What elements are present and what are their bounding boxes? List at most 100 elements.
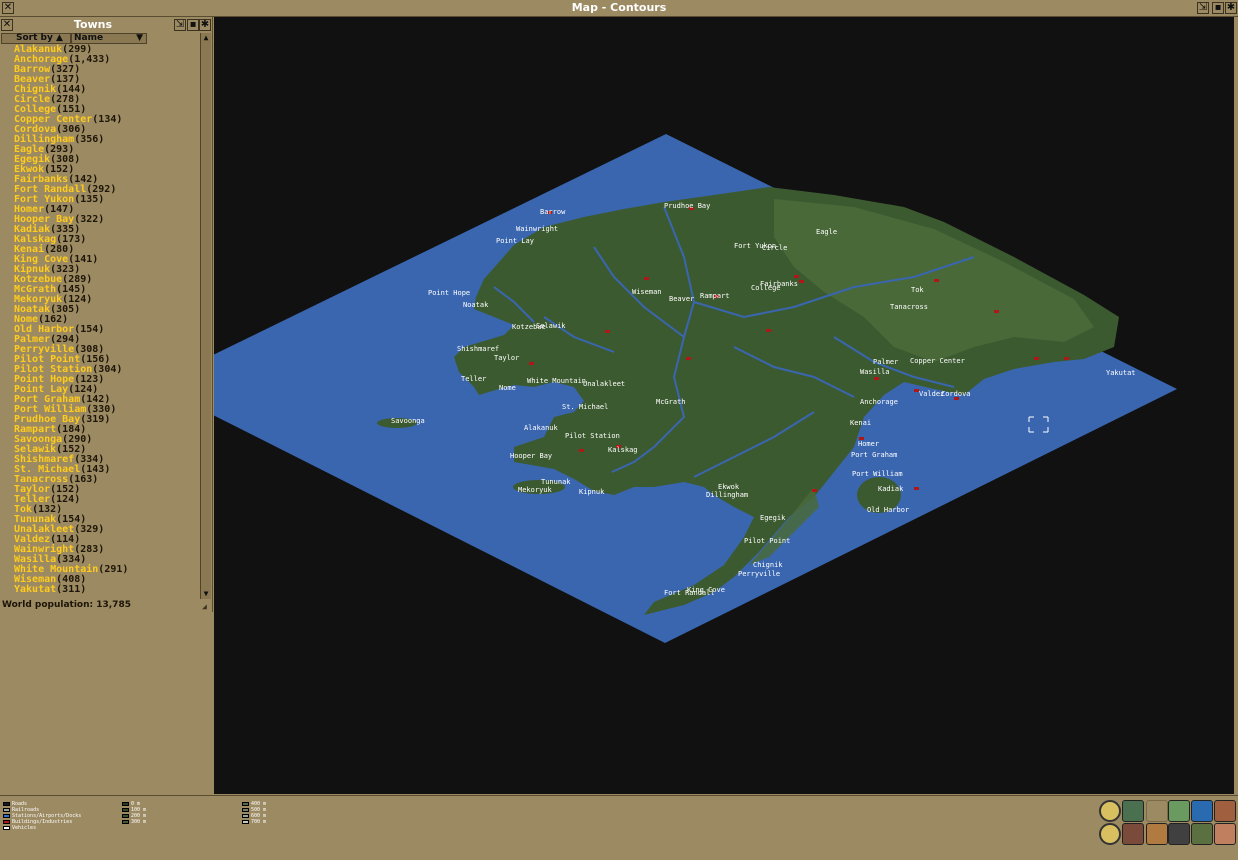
map-town-label[interactable]: Kipnuk — [579, 488, 605, 496]
map-town-label[interactable]: Taylor — [494, 354, 519, 362]
map-town-label[interactable]: Cordova — [941, 390, 971, 398]
industry-icon[interactable] — [1146, 823, 1168, 845]
towns-collapse-button[interactable]: ⇲ — [174, 19, 186, 31]
map-town-label[interactable]: Savoonga — [391, 417, 425, 425]
legend-swatch — [122, 807, 129, 812]
zoom-out-icon[interactable] — [1099, 823, 1121, 845]
map-town-label[interactable]: Port Graham — [851, 451, 897, 459]
map-town-label[interactable]: Kalskag — [608, 446, 638, 454]
scroll-down-arrow-icon[interactable]: ▼ — [201, 589, 211, 599]
fullscreen-window-button[interactable]: ▪ — [1212, 2, 1224, 14]
map-town-label[interactable]: Selawik — [536, 322, 566, 330]
map-town-label[interactable]: Wasilla — [860, 368, 890, 376]
map-town-label[interactable]: Yakutat — [1106, 369, 1136, 377]
map-town-label[interactable]: Dillingham — [706, 491, 748, 499]
legend-swatch — [122, 813, 129, 818]
minimize-window-button[interactable]: ⇲ — [1197, 2, 1209, 14]
map-town-label[interactable]: Pilot Point — [744, 537, 790, 545]
map-town-label[interactable]: Port William — [852, 470, 903, 478]
map-town-label[interactable]: McGrath — [656, 398, 686, 406]
map-viewport[interactable]: Barrow Prudhoe Bay Wainwright Point Lay Fort… — [214, 17, 1234, 794]
buildings-icon[interactable] — [1168, 823, 1190, 845]
map-town-label[interactable]: Prudhoe Bay — [664, 202, 710, 210]
map-town-label[interactable]: Point Hope — [428, 289, 470, 297]
manager-portrait-icon[interactable] — [1214, 823, 1236, 845]
map-town-label[interactable]: Unalakleet — [583, 380, 625, 388]
map-town-label[interactable]: Tanacross — [890, 303, 928, 311]
sort-field-value: Name — [74, 33, 104, 43]
map-town-label[interactable]: Copper Center — [910, 357, 965, 365]
legend-label: 300 m — [131, 819, 147, 825]
sort-field-dropdown[interactable]: Name ▼ — [71, 33, 147, 44]
terrain-view-icon[interactable] — [1168, 800, 1190, 822]
map-town-label[interactable]: Chignik — [753, 561, 783, 569]
town-list-item[interactable]: Yakutat(311) — [14, 585, 199, 595]
town-population: (134) — [92, 114, 123, 125]
town-list-scrollbar[interactable]: ▲ ▼ — [200, 33, 211, 599]
map-town-label[interactable]: Beaver — [669, 295, 694, 303]
map-town-label[interactable]: Hooper Bay — [510, 452, 552, 460]
map-town-label[interactable]: Palmer — [873, 358, 898, 366]
legend-swatch — [122, 819, 129, 824]
legend-swatch — [122, 801, 129, 806]
map-town-label[interactable]: College — [751, 284, 781, 292]
map-town-label[interactable]: Kadiak — [878, 485, 904, 493]
legend-label: Vehicles — [12, 825, 37, 831]
towns-title: Towns — [73, 18, 113, 31]
map-town-label[interactable]: Tok — [911, 286, 924, 294]
map-town-label[interactable]: Old Harbor — [867, 506, 909, 514]
map-overview-icon[interactable] — [1122, 800, 1144, 822]
legend-swatch — [242, 801, 249, 806]
legend-swatch — [242, 807, 249, 812]
legend-swatch — [242, 813, 249, 818]
town-name: Yakutat — [14, 584, 57, 595]
resize-grip-icon[interactable]: ◢ — [202, 602, 211, 611]
map-town-label[interactable]: White Mountain — [527, 377, 586, 385]
sort-by-label: Sort by — [16, 33, 53, 43]
station-icon[interactable] — [1122, 823, 1144, 845]
map-town-label[interactable]: Fort Randall — [664, 589, 715, 597]
zoom-in-icon[interactable] — [1099, 800, 1121, 822]
sort-by-button[interactable]: Sort by ▲ — [1, 33, 71, 44]
map-town-label[interactable]: Perryville — [738, 570, 780, 578]
window-title: Map - Contours — [571, 1, 667, 14]
map-town-label[interactable]: Mekoryuk — [518, 486, 553, 494]
scroll-up-arrow-icon[interactable]: ▲ — [201, 33, 211, 43]
map-town-label[interactable]: Wiseman — [632, 288, 662, 296]
map-town-label[interactable]: Anchorage — [860, 398, 898, 406]
map-town-label[interactable]: Barrow — [540, 208, 566, 216]
map-town-label[interactable]: Kenai — [850, 419, 871, 427]
map-town-label[interactable]: Homer — [858, 440, 879, 448]
map-town-label[interactable]: Shishmaref — [457, 345, 499, 353]
towns-pin-button[interactable]: ✱ — [199, 19, 211, 31]
map-town-label[interactable]: Nome — [499, 384, 516, 392]
map-town-label[interactable]: Point Lay — [496, 237, 534, 245]
legend-item: Vehicles — [3, 825, 81, 831]
map-town-label[interactable]: Noatak — [463, 301, 489, 309]
globe-icon[interactable] — [1191, 800, 1213, 822]
map-town-label[interactable]: Alakanuk — [524, 424, 559, 432]
legend-elevations-high: 400 m 500 m 600 m 700 m — [242, 801, 266, 825]
map-town-label[interactable]: Tununak — [541, 478, 571, 486]
map-town-label[interactable]: Circle — [762, 244, 787, 252]
company-icon[interactable] — [1191, 823, 1213, 845]
map-town-label[interactable]: Ekwok — [718, 483, 740, 491]
town-population: (356) — [74, 134, 105, 145]
map-town-label[interactable]: Eagle — [816, 228, 837, 236]
map-town-label[interactable]: Rampart — [700, 292, 730, 300]
contour-map[interactable]: Barrow Prudhoe Bay Wainwright Point Lay Fort… — [214, 17, 1234, 794]
blank-slot-icon — [1146, 800, 1168, 822]
bottom-panel: Roads Railroads Stations/Airports/Docks Bui… — [0, 795, 1238, 860]
towns-maximize-button[interactable]: ▪ — [187, 19, 199, 31]
map-town-label[interactable]: Pilot Station — [565, 432, 620, 440]
town-list: Alakanuk(299) Anchorage(1,433) Barrow(327)… — [14, 45, 199, 595]
map-town-label[interactable]: Egegik — [760, 514, 786, 522]
legend-swatch — [242, 819, 249, 824]
chevron-down-icon: ▼ — [136, 33, 143, 43]
map-town-label[interactable]: Teller — [461, 375, 486, 383]
vehicles-icon[interactable] — [1214, 800, 1236, 822]
map-town-label[interactable]: St. Michael — [562, 403, 608, 411]
town-population: (291) — [98, 564, 129, 575]
pin-window-button[interactable]: ✱ — [1225, 2, 1237, 14]
map-town-label[interactable]: Wainwright — [516, 225, 558, 233]
